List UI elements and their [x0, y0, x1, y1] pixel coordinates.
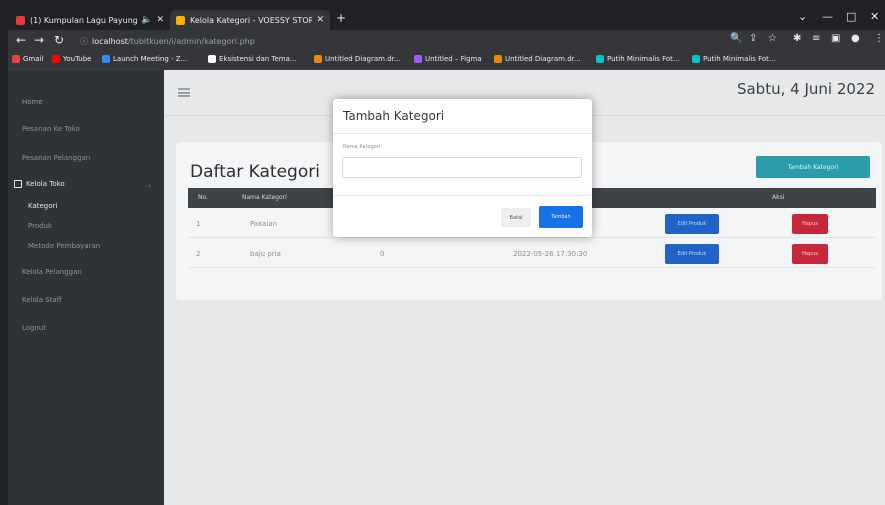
address-host: localhost — [92, 36, 128, 46]
bookmark-star-icon[interactable]: ☆ — [768, 33, 777, 44]
tab-audio-icon[interactable]: 🔈 — [141, 15, 152, 25]
chevron-left-icon[interactable]: ‹ — [148, 182, 151, 190]
bookmark-youtube[interactable]: YouTube — [52, 55, 91, 63]
modal-divider — [333, 133, 592, 134]
youtube-icon — [52, 55, 60, 63]
edit-product-button[interactable]: Edit Produk — [665, 244, 719, 264]
modal-divider — [333, 195, 592, 196]
column-header-name: Nama Kategori — [242, 194, 287, 201]
close-window-button[interactable]: ✕ — [870, 10, 879, 23]
extension-pin-icon[interactable]: ✱ — [793, 33, 801, 44]
table-row: 2 baju pria 0 2022-05-26 17:30:30 Edit P… — [188, 240, 876, 268]
maximize-button[interactable]: □ — [846, 10, 856, 23]
bookmark-canva-2[interactable]: Putih Minimalis Fot... — [692, 55, 776, 63]
delete-button[interactable]: Hapus — [792, 214, 828, 234]
add-category-modal: Tambah Kategori Nama Kategori Batal Tamb… — [333, 99, 592, 237]
sidebar-item-metode-pembayaran[interactable]: Metode Pembayaran — [28, 242, 100, 250]
tab-kelola-kategori[interactable]: Kelola Kategori - VOESSY STORE ✕ — [170, 10, 330, 30]
new-tab-button[interactable]: + — [336, 11, 346, 25]
tab-search-dropdown-icon[interactable]: ⌄ — [798, 10, 807, 23]
tab-label: (1) Kumpulan Lagu Payung Teduh — [30, 15, 138, 25]
sidebar-item-home[interactable]: Home — [22, 98, 43, 106]
bookmark-figma[interactable]: Untitled – Figma — [414, 55, 482, 63]
tab-strip: (1) Kumpulan Lagu Payung Teduh 🔈 ✕ Kelol… — [8, 8, 885, 30]
figma-icon — [414, 55, 422, 63]
cancel-button[interactable]: Batal — [501, 208, 531, 227]
share-icon[interactable]: ⇪ — [749, 33, 757, 44]
browser-window: (1) Kumpulan Lagu Payung Teduh 🔈 ✕ Kelol… — [8, 8, 885, 505]
drawio-icon — [314, 55, 322, 63]
bookmark-gmail[interactable]: Gmail — [12, 55, 43, 63]
category-name-input[interactable] — [342, 157, 582, 178]
bookmark-eksistensi[interactable]: Eksistensi dan Tema... — [208, 55, 297, 63]
address-bar[interactable]: ⓘ localhost /tubitkuen/i/admin/kategori.… — [80, 33, 710, 49]
gmail-icon — [12, 55, 20, 63]
site-info-icon[interactable]: ⓘ — [80, 36, 88, 47]
tab-close-icon[interactable]: ✕ — [156, 15, 164, 25]
bookmark-canva-1[interactable]: Putih Minimalis Fot... — [596, 55, 680, 63]
cell-name: baju pria — [250, 250, 281, 258]
cell-count: 0 — [380, 250, 385, 258]
menu-icon[interactable]: ⋮ — [874, 33, 884, 44]
canva-icon — [596, 55, 604, 63]
zoom-icon[interactable]: 🔍 — [730, 33, 742, 44]
profile-avatar-icon[interactable]: ● — [851, 33, 860, 44]
toolbar: ← → ↻ ⓘ localhost /tubitkuen/i/admin/kat… — [8, 30, 885, 52]
back-icon[interactable]: ← — [16, 33, 26, 47]
bookmark-diagram-1[interactable]: Untitled Diagram.dr... — [314, 55, 401, 63]
current-date: Sabtu, 4 Juni 2022 — [736, 80, 875, 98]
hamburger-menu-icon[interactable] — [178, 88, 190, 97]
sidebar-item-produk[interactable]: Produk — [28, 222, 52, 230]
zoom-app-icon — [102, 55, 110, 63]
cell-name: Pakaian — [250, 220, 278, 228]
reload-icon[interactable]: ↻ — [54, 33, 64, 47]
bookmark-diagram-2[interactable]: Untitled Diagram.dr... — [494, 55, 581, 63]
sidebar-item-kelola-pelanggan[interactable]: Kelola Pelanggan — [22, 268, 82, 276]
address-path: /tubitkuen/i/admin/kategori.php — [127, 36, 255, 46]
sidebar-item-pesanan-ke-toko[interactable]: Pesanan Ke Toko — [22, 125, 80, 133]
page-title: Daftar Kategori — [190, 162, 320, 182]
cell-no: 2 — [196, 250, 201, 258]
drawio-icon — [494, 55, 502, 63]
bookmarks-bar: Gmail YouTube Launch Meeting - Z... Eksi… — [8, 52, 885, 70]
tab-youtube[interactable]: (1) Kumpulan Lagu Payung Teduh 🔈 ✕ — [10, 10, 170, 30]
sidebar-item-kategori[interactable]: Kategori — [28, 202, 57, 210]
side-panel-icon[interactable]: ▣ — [831, 33, 840, 44]
grid-icon — [14, 180, 22, 188]
add-category-button[interactable]: Tambah Kategori — [756, 156, 870, 178]
forward-icon[interactable]: → — [34, 33, 44, 47]
column-header-aksi: Aksi — [772, 194, 785, 201]
column-header-no: No. — [198, 194, 208, 201]
web-page: Home Pesanan Ke Toko Pesanan Pelanggan K… — [8, 70, 885, 505]
store-favicon-icon — [176, 15, 185, 25]
sidebar-item-pesanan-pelanggan[interactable]: Pesanan Pelanggan — [22, 154, 90, 162]
bookmark-zoom[interactable]: Launch Meeting - Z... — [102, 55, 187, 63]
sidebar-item-kelola-staff[interactable]: Kelola Staff — [22, 296, 62, 304]
delete-button[interactable]: Hapus — [792, 244, 828, 264]
reading-list-icon[interactable]: ≡ — [812, 33, 820, 44]
cell-date: 2022-05-26 17:30:30 — [513, 250, 588, 258]
youtube-favicon-icon — [16, 15, 25, 25]
submit-add-button[interactable]: Tambah — [539, 206, 583, 228]
edit-product-button[interactable]: Edit Produk — [665, 214, 719, 234]
canva-icon — [692, 55, 700, 63]
sidebar: Home Pesanan Ke Toko Pesanan Pelanggan K… — [8, 70, 164, 505]
category-name-label: Nama Kategori — [343, 144, 381, 150]
tab-label: Kelola Kategori - VOESSY STORE — [190, 15, 313, 25]
sidebar-item-logout[interactable]: Logout — [22, 324, 46, 332]
tab-close-icon[interactable]: ✕ — [316, 15, 324, 25]
cell-no: 1 — [196, 220, 201, 228]
modal-title: Tambah Kategori — [343, 109, 445, 123]
minimize-button[interactable]: — — [822, 10, 833, 23]
page-icon — [208, 55, 216, 63]
sidebar-item-kelola-toko[interactable]: Kelola Toko — [14, 180, 65, 188]
